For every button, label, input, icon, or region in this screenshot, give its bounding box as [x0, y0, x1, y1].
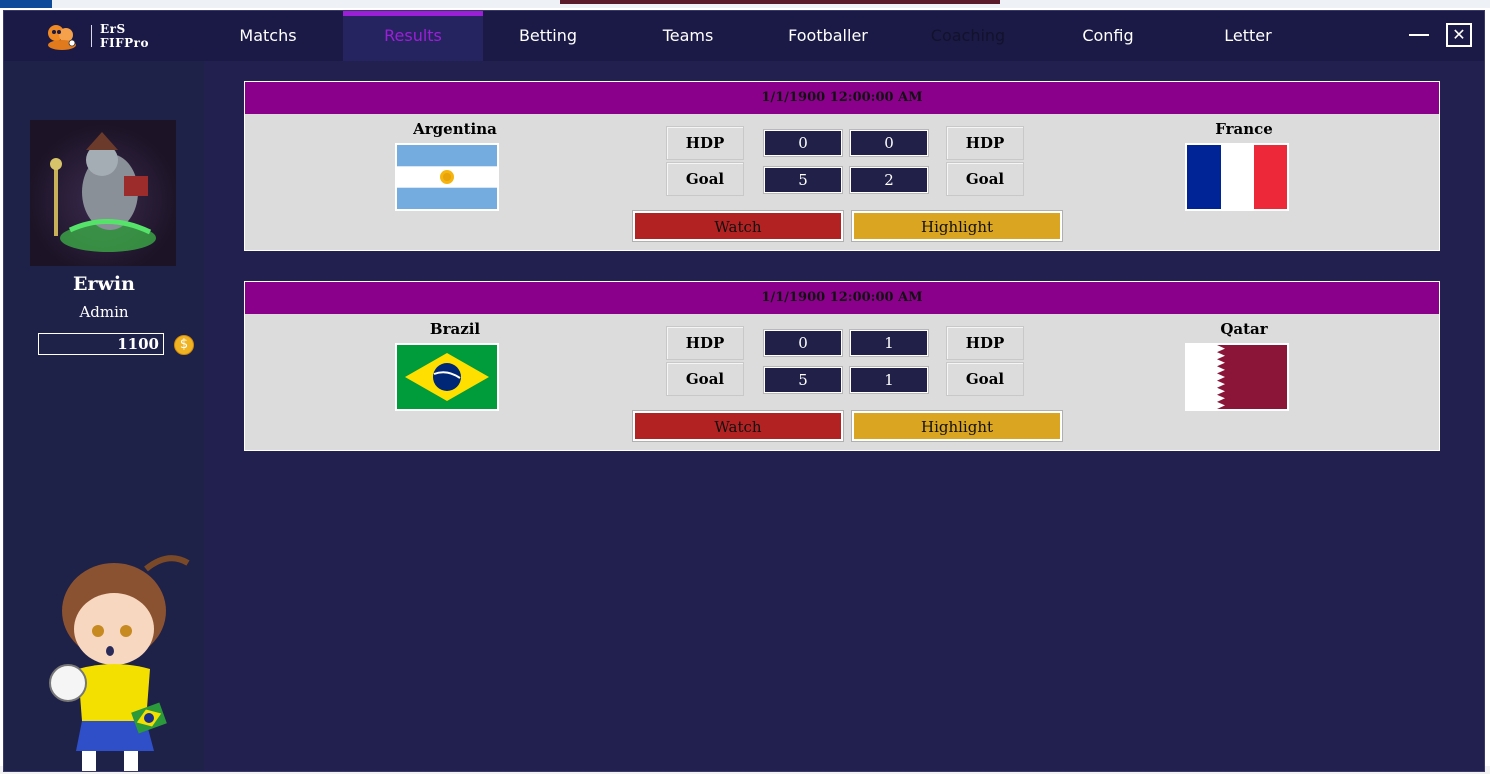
logo-separator — [91, 25, 92, 47]
match-card: 1/1/1900 12:00:00 AM Brazil HDP Goal 0 1… — [244, 281, 1440, 451]
close-button[interactable]: ✕ — [1446, 23, 1472, 47]
home-hdp-label: HDP — [666, 126, 744, 160]
results-panel: 1/1/1900 12:00:00 AM Argentina HDP Goal … — [204, 61, 1484, 771]
highlight-button[interactable]: Highlight — [851, 410, 1063, 442]
away-goal-label: Goal — [946, 362, 1024, 396]
logo-line-1: ErS — [100, 22, 126, 36]
tab-matchs[interactable]: Matchs — [198, 11, 338, 61]
minimize-button[interactable] — [1406, 21, 1432, 47]
away-goal-label: Goal — [946, 162, 1024, 196]
home-hdp-value: 0 — [763, 329, 843, 357]
away-team-name: Qatar — [1220, 320, 1268, 338]
tab-footballer[interactable]: Footballer — [758, 11, 898, 61]
balance-value: 1100 — [38, 333, 164, 355]
france-flag-icon — [1185, 143, 1289, 211]
tab-letter[interactable]: Letter — [1178, 11, 1318, 61]
away-hdp-value: 0 — [849, 129, 929, 157]
tab-coaching[interactable]: Coaching — [898, 11, 1038, 61]
away-goal-value: 1 — [849, 366, 929, 394]
avatar — [30, 120, 176, 266]
match-card: 1/1/1900 12:00:00 AM Argentina HDP Goal … — [244, 81, 1440, 251]
app-window: ErS FIFPro Matchs Results Betting Teams … — [3, 10, 1485, 772]
background-strip-top — [0, 0, 1490, 8]
avatar-image — [50, 132, 156, 252]
home-hdp-label: HDP — [666, 326, 744, 360]
away-hdp-value: 1 — [849, 329, 929, 357]
argentina-flag-icon — [395, 143, 499, 211]
tab-betting[interactable]: Betting — [478, 11, 618, 61]
close-icon: ✕ — [1452, 25, 1466, 44]
user-role: Admin — [79, 303, 129, 321]
away-hdp-label: HDP — [946, 326, 1024, 360]
home-goal-value: 5 — [763, 166, 843, 194]
tab-teams[interactable]: Teams — [618, 11, 758, 61]
logo-line-2: FIFPro — [100, 36, 150, 50]
sidebar: Erwin Admin 1100 $ — [4, 61, 204, 771]
highlight-button[interactable]: Highlight — [851, 210, 1063, 242]
mascot-illustration — [49, 555, 190, 771]
match-datetime: 1/1/1900 12:00:00 AM — [245, 282, 1439, 314]
qatar-flag-icon — [1185, 343, 1289, 411]
logo-text: ErS FIFPro — [100, 22, 149, 50]
tab-config[interactable]: Config — [1038, 11, 1178, 61]
home-goal-label: Goal — [666, 162, 744, 196]
watch-button[interactable]: Watch — [632, 410, 844, 442]
away-team-name: France — [1215, 120, 1273, 138]
home-goal-label: Goal — [666, 362, 744, 396]
home-team-name: Brazil — [429, 320, 481, 338]
home-team-name: Argentina — [413, 120, 497, 138]
home-goal-value: 5 — [763, 366, 843, 394]
watch-button[interactable]: Watch — [632, 210, 844, 242]
brazil-flag-icon — [395, 343, 499, 411]
user-name: Erwin — [73, 273, 135, 295]
away-goal-value: 2 — [849, 166, 929, 194]
coin-icon: $ — [174, 335, 194, 355]
app-logo: ErS FIFPro — [42, 19, 172, 53]
home-hdp-value: 0 — [763, 129, 843, 157]
match-datetime: 1/1/1900 12:00:00 AM — [245, 82, 1439, 114]
logo-mascot-icon — [48, 25, 76, 50]
away-hdp-label: HDP — [946, 126, 1024, 160]
top-navbar: ErS FIFPro Matchs Results Betting Teams … — [4, 11, 1484, 61]
tab-results[interactable]: Results — [343, 11, 483, 61]
